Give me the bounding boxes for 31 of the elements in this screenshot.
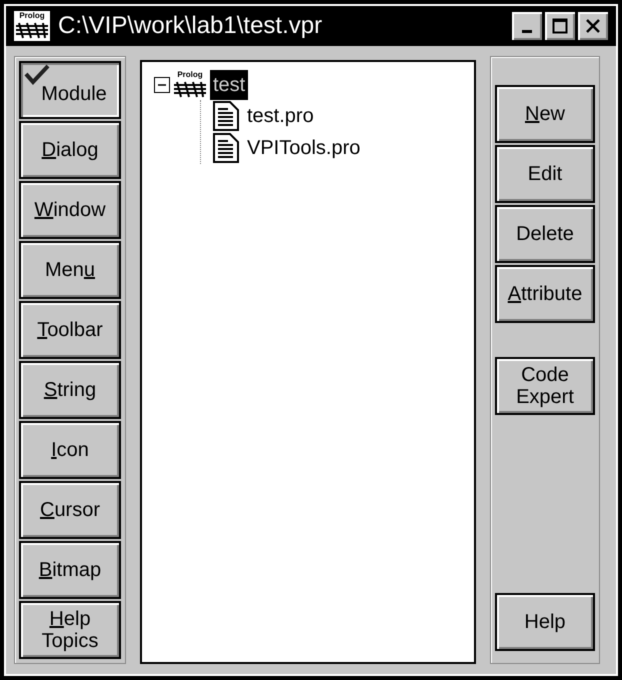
checkmark-icon	[24, 64, 50, 86]
module-type-button[interactable]: Bitmap	[19, 541, 121, 599]
document-icon	[213, 133, 239, 163]
action-button[interactable]: Edit	[495, 145, 595, 203]
module-type-button[interactable]: Window	[19, 181, 121, 239]
module-type-button[interactable]: Help Topics	[19, 601, 121, 659]
module-type-button[interactable]: Toolbar	[19, 301, 121, 359]
module-type-button[interactable]: Module	[19, 61, 121, 119]
maximize-icon	[552, 18, 568, 34]
tree-item[interactable]: test	[210, 70, 248, 100]
tree-item[interactable]: VPITools.pro	[247, 133, 360, 163]
window-title: C:\VIP\work\lab1\test.vpr	[58, 11, 324, 41]
module-type-button[interactable]: Menu	[19, 241, 121, 299]
close-button[interactable]	[578, 12, 608, 40]
maximize-button[interactable]	[545, 12, 575, 40]
action-button[interactable]: Attribute	[495, 265, 595, 323]
help-button[interactable]: Help	[495, 593, 595, 651]
action-button[interactable]: Delete	[495, 205, 595, 263]
tree-item[interactable]: test.pro	[247, 101, 314, 131]
action-button[interactable]: New	[495, 85, 595, 143]
minimize-icon	[522, 30, 532, 32]
collapse-toggle[interactable]	[154, 77, 170, 93]
module-type-button[interactable]: Dialog	[19, 121, 121, 179]
prolog-icon: Prolog	[14, 11, 50, 41]
module-type-button[interactable]: Cursor	[19, 481, 121, 539]
module-type-button[interactable]: Icon	[19, 421, 121, 479]
module-type-button[interactable]: String	[19, 361, 121, 419]
action-button[interactable]: Code Expert	[495, 357, 595, 415]
minimize-button[interactable]	[512, 12, 542, 40]
close-icon	[585, 18, 601, 34]
document-icon	[213, 101, 239, 131]
